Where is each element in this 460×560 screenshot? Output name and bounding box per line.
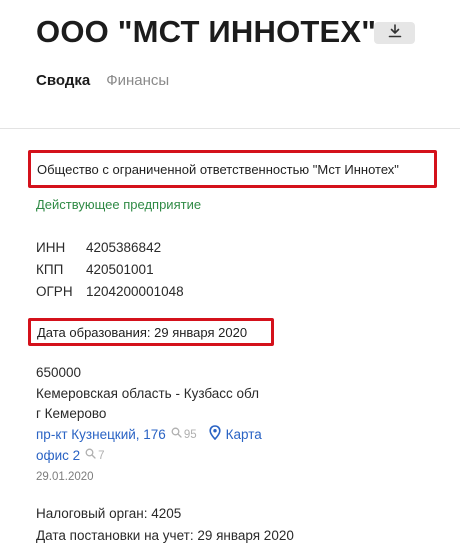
tab-summary[interactable]: Сводка (36, 72, 90, 89)
address-street-row: пр-кт Кузнецкий, 176 95 Карта (36, 424, 262, 447)
company-full-name-text: Общество с ограниченной ответственностью… (37, 161, 399, 177)
id-key: ИНН (36, 240, 66, 255)
address-postcode: 650000 (36, 365, 82, 380)
download-icon (388, 23, 402, 43)
tax-registration-date: Дата постановки на учет: 29 января 2020 (36, 528, 294, 543)
id-value: 1204200001048 (86, 284, 184, 299)
office-count: 7 (98, 450, 105, 462)
search-icon (85, 446, 96, 467)
office-search-count[interactable]: 7 (85, 446, 105, 467)
tax-authority: Налоговый орган: 4205 (36, 506, 182, 521)
registration-date-text: Дата образования: 29 января 2020 (37, 324, 248, 340)
status-badge: Действующее предприятие (36, 197, 202, 212)
street-count: 95 (183, 429, 197, 441)
search-icon (171, 425, 182, 446)
id-row-kpp: КПП 420501001 (36, 259, 184, 281)
id-value: 4205386842 (86, 240, 162, 255)
map-link-label: Карта (225, 427, 262, 442)
map-link[interactable]: Карта (209, 424, 262, 447)
address-region: Кемеровская область - Кузбасс обл (36, 385, 260, 401)
id-key: ОГРН (36, 284, 73, 299)
office-link[interactable]: офис 2 (36, 446, 80, 467)
registration-date: Дата образования: 29 января 2020 (28, 318, 274, 346)
page-title: ООО "МСТ ИННОТЕХ" (36, 14, 377, 49)
tab-bar: Сводка Финансы (36, 72, 169, 89)
address-office-row: офис 2 7 (36, 446, 262, 467)
company-ids: ИНН 4205386842 КПП 420501001 ОГРН 120420… (36, 237, 184, 303)
map-pin-icon (209, 424, 221, 447)
address-date: 29.01.2020 (36, 470, 94, 483)
divider (0, 128, 460, 129)
id-row-inn: ИНН 4205386842 (36, 237, 184, 259)
address-city: г Кемерово (36, 406, 107, 421)
company-full-name: Общество с ограниченной ответственностью… (28, 150, 437, 188)
download-button[interactable] (374, 22, 415, 44)
id-row-ogrn: ОГРН 1204200001048 (36, 281, 184, 303)
id-key: КПП (36, 262, 64, 277)
address-block: 650000 Кемеровская область - Кузбасс обл… (36, 363, 262, 487)
tax-block: Налоговый орган: 4205 Дата постановки на… (36, 503, 294, 547)
id-value: 420501001 (86, 262, 154, 277)
street-link[interactable]: пр-кт Кузнецкий, 176 (36, 425, 166, 446)
street-search-count[interactable]: 95 (171, 425, 197, 446)
tab-finances[interactable]: Финансы (106, 72, 169, 89)
